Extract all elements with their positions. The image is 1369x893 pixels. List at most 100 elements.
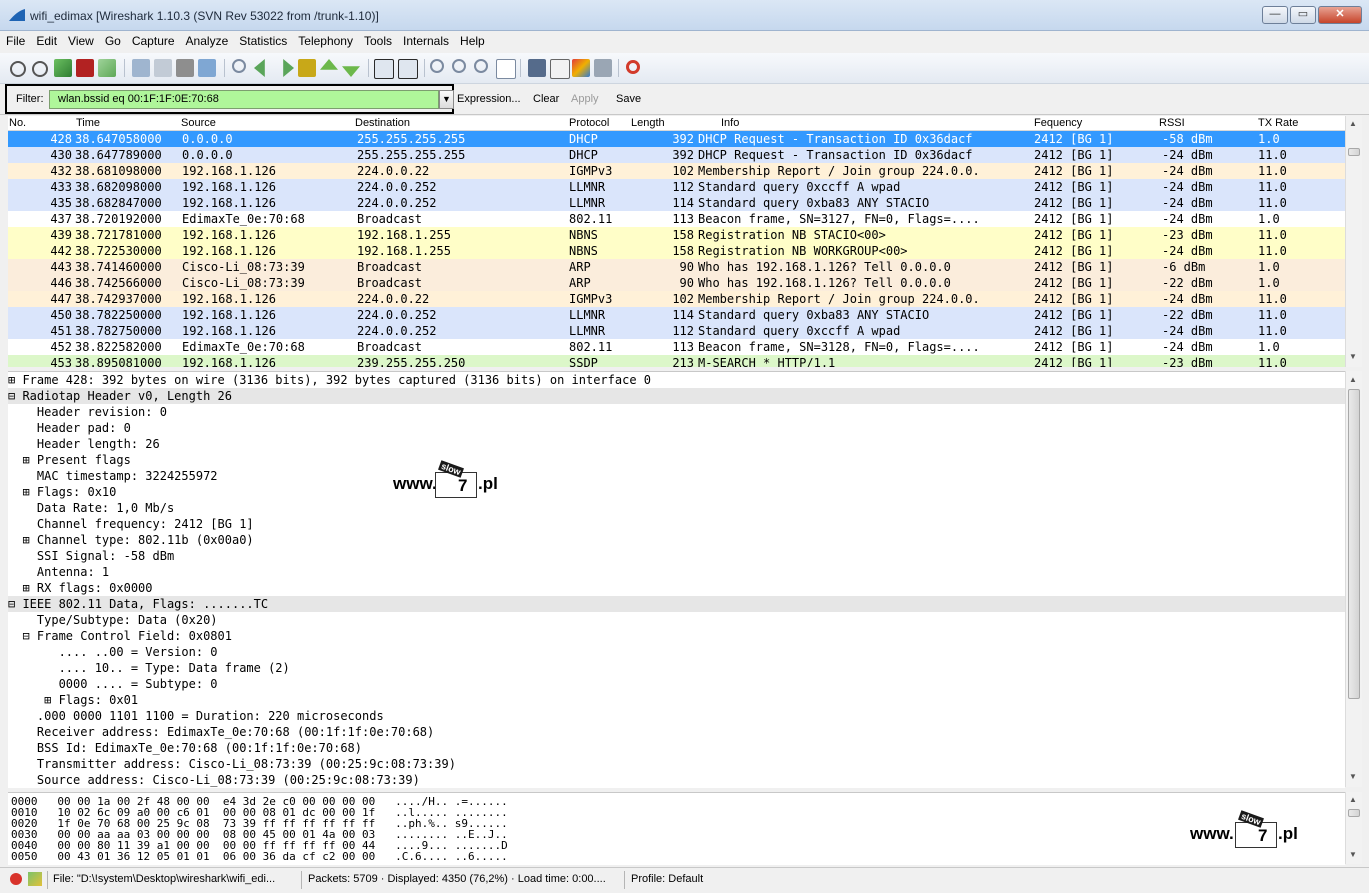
menu-internals[interactable]: Internals [397,31,454,48]
zoom-in-icon[interactable] [430,59,444,73]
col-length[interactable]: Length [631,117,665,129]
go-back-icon[interactable] [254,59,265,77]
menu-statistics[interactable]: Statistics [233,31,292,48]
capture-filters-icon[interactable] [528,59,546,77]
save-filter-button[interactable]: Save [616,93,641,105]
display-filters-icon[interactable] [550,59,570,79]
zoom-out-icon[interactable] [452,59,466,73]
stop-capture-icon[interactable] [76,59,94,77]
menu-help[interactable]: Help [454,31,490,48]
detail-line[interactable]: .... 10.. = Type: Data frame (2) [8,660,1345,676]
expert-info-icon[interactable] [28,872,42,886]
detail-line[interactable]: Channel frequency: 2412 [BG 1] [8,516,1345,532]
detail-line[interactable]: SSI Signal: -58 dBm [8,548,1345,564]
detail-line[interactable]: ⊞ Channel type: 802.11b (0x00a0) [8,532,1345,548]
apply-button[interactable]: Apply [571,93,599,105]
table-row[interactable]: 453 38.895081000 192.168.1.126 239.255.255.… [8,355,1345,367]
table-row[interactable]: 433 38.682098000 192.168.1.126 224.0.0.252 L… [8,179,1345,195]
detail-line[interactable]: ⊟ IEEE 802.11 Data, Flags: .......TC [8,596,1345,612]
detail-line[interactable]: Source address: Cisco-Li_08:73:39 (00:25… [8,772,1345,788]
col-no[interactable]: No. [9,117,26,129]
bytes-scrollbar[interactable]: ▲ ▼ [1345,792,1362,864]
interfaces-icon[interactable] [10,61,26,77]
detail-line[interactable]: Header length: 26 [8,436,1345,452]
table-row[interactable]: 446 38.742566000 Cisco-Li_08:73:39 Broadcas… [8,275,1345,291]
scroll-thumb[interactable] [1348,148,1360,156]
scroll-down-icon[interactable]: ▼ [1349,352,1357,361]
detail-line[interactable]: Transmitter address: Cisco-Li_08:73:39 (… [8,756,1345,772]
close-button[interactable]: ✕ [1318,6,1362,24]
col-info[interactable]: Info [721,117,739,129]
col-frequency[interactable]: Fequency [1034,117,1082,129]
last-packet-icon[interactable] [342,66,360,77]
scroll-down-icon[interactable]: ▼ [1349,850,1357,859]
colorize-icon[interactable] [374,59,394,79]
detail-line[interactable]: BSS Id: EdimaxTe_0e:70:68 (00:1f:1f:0e:7… [8,740,1345,756]
table-row[interactable]: 442 38.722530000 192.168.1.126 192.168.1.25… [8,243,1345,259]
detail-line[interactable]: Antenna: 1 [8,564,1345,580]
detail-line[interactable]: .... ..00 = Version: 0 [8,644,1345,660]
menu-tools[interactable]: Tools [358,31,397,48]
menu-analyze[interactable]: Analyze [180,31,234,48]
scroll-thumb[interactable] [1348,809,1360,817]
clear-button[interactable]: Clear [533,93,559,105]
find-packet-icon[interactable] [232,59,246,73]
menu-go[interactable]: Go [99,31,126,48]
table-row[interactable]: 451 38.782750000 192.168.1.126 224.0.0.252 L… [8,323,1345,339]
detail-line[interactable]: Header revision: 0 [8,404,1345,420]
table-row[interactable]: 439 38.721781000 192.168.1.126 192.168.1.25… [8,227,1345,243]
table-row[interactable]: 437 38.720192000 EdimaxTe_0e:70:68 Broadcas… [8,211,1345,227]
detail-line[interactable]: ⊞ Flags: 0x01 [8,692,1345,708]
scroll-down-icon[interactable]: ▼ [1349,772,1357,781]
table-row[interactable]: 447 38.742937000 192.168.1.126 224.0.0.22 IG… [8,291,1345,307]
table-row[interactable]: 428 38.647058000 0.0.0.0 255.255.255.255 DHC… [8,131,1345,147]
menu-view[interactable]: View [62,31,99,48]
help-icon[interactable] [626,60,640,74]
filter-dropdown-arrow-icon[interactable]: ▼ [439,90,454,109]
details-scrollbar[interactable]: ▲ ▼ [1345,371,1362,787]
go-forward-icon[interactable] [283,59,294,77]
detail-line[interactable]: ⊞ RX flags: 0x0000 [8,580,1345,596]
menu-file[interactable]: File [0,31,30,48]
minimize-button[interactable]: — [1262,6,1288,24]
detail-line[interactable]: ⊟ Frame Control Field: 0x0801 [8,628,1345,644]
scroll-up-icon[interactable]: ▲ [1349,119,1357,128]
detail-line[interactable]: Data Rate: 1,0 Mb/s [8,500,1345,516]
col-source[interactable]: Source [181,117,216,129]
packet-list-scrollbar[interactable]: ▲ ▼ [1345,116,1362,367]
col-rssi[interactable]: RSSI [1159,117,1185,129]
scroll-up-icon[interactable]: ▲ [1349,795,1357,804]
normal-size-icon[interactable] [474,59,488,73]
table-row[interactable]: 430 38.647789000 0.0.0.0 255.255.255.255 DHC… [8,147,1345,163]
detail-line[interactable]: ⊞ Present flags [8,452,1345,468]
reload-icon[interactable] [198,59,216,77]
menu-capture[interactable]: Capture [126,31,180,48]
scroll-up-icon[interactable]: ▲ [1349,375,1357,384]
detail-line[interactable]: ⊞ Frame 428: 392 bytes on wire (3136 bit… [8,372,1345,388]
table-row[interactable]: 435 38.682847000 192.168.1.126 224.0.0.252 L… [8,195,1345,211]
table-row[interactable]: 432 38.681098000 192.168.1.126 224.0.0.22 IG… [8,163,1345,179]
close-file-icon[interactable] [176,59,194,77]
col-tx-rate[interactable]: TX Rate [1258,117,1298,129]
table-row[interactable]: 452 38.822582000 EdimaxTe_0e:70:68 Broadcas… [8,339,1345,355]
detail-line[interactable]: MAC timestamp: 3224255972 [8,468,1345,484]
hex-line[interactable]: 0050 00 43 01 36 12 05 01 01 06 00 36 da… [11,851,508,862]
save-file-icon[interactable] [154,59,172,77]
coloring-rules-icon[interactable] [572,59,590,77]
menu-telephony[interactable]: Telephony [292,31,358,48]
table-row[interactable]: 450 38.782250000 192.168.1.126 224.0.0.252 L… [8,307,1345,323]
detail-line[interactable]: Type/Subtype: Data (0x20) [8,612,1345,628]
maximize-button[interactable]: ▭ [1290,6,1316,24]
preferences-icon[interactable] [594,59,612,77]
detail-line[interactable]: .000 0000 1101 1100 = Duration: 220 micr… [8,708,1345,724]
options-icon[interactable] [32,61,48,77]
first-packet-icon[interactable] [320,59,338,70]
detail-line[interactable]: ⊟ Radiotap Header v0, Length 26 [8,388,1345,404]
col-destination[interactable]: Destination [355,117,410,129]
scroll-thumb[interactable] [1348,389,1360,699]
detail-line[interactable]: Header pad: 0 [8,420,1345,436]
col-time[interactable]: Time [76,117,100,129]
menu-edit[interactable]: Edit [30,31,62,48]
filter-input[interactable]: wlan.bssid eq 00:1F:1F:0E:70:68 [49,90,439,109]
capture-status-icon[interactable] [10,873,22,885]
